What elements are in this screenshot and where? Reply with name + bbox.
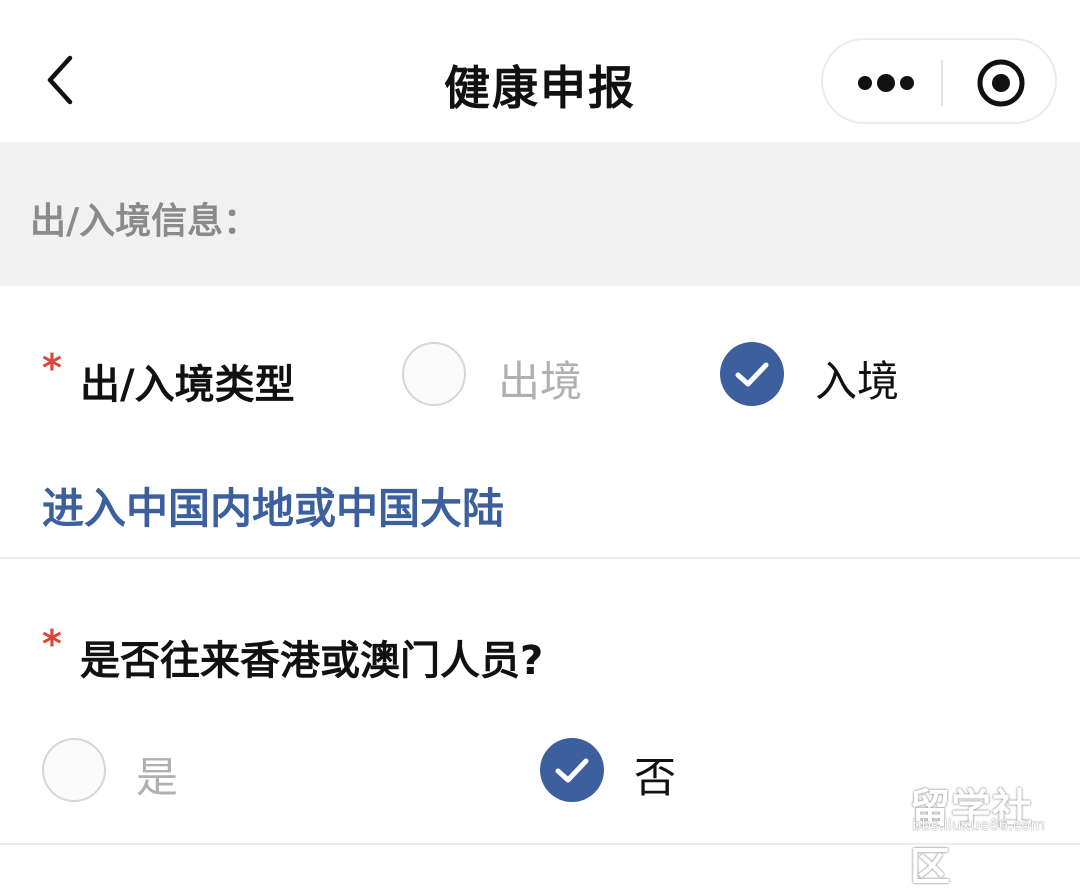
watermark: 留学社区 bbs.liuxue86.com bbox=[910, 776, 1070, 890]
option-label-no[interactable]: 否 bbox=[634, 744, 676, 805]
required-mark: * bbox=[42, 622, 62, 666]
more-dots-icon bbox=[858, 74, 914, 92]
option-label-entry[interactable]: 入境 bbox=[815, 348, 899, 409]
option-label-yes[interactable]: 是 bbox=[136, 744, 178, 805]
question-label-hk-macau: 是否往来香港或澳门人员? bbox=[80, 638, 544, 684]
question-label-entry-type: 出/入境类型 bbox=[80, 362, 295, 408]
check-icon bbox=[555, 758, 589, 783]
option-label-exit[interactable]: 出境 bbox=[498, 348, 582, 409]
radio-entry[interactable] bbox=[720, 342, 784, 406]
watermark-url: bbs.liuxue86.com bbox=[912, 816, 1045, 834]
section-title: 出/入境信息： bbox=[30, 201, 260, 242]
navigation-bar: 健康申报 bbox=[0, 0, 1080, 140]
close-button[interactable] bbox=[953, 40, 1053, 122]
section-header: 出/入境信息： bbox=[0, 142, 1080, 286]
entry-detail-text: 进入中国内地或中国大陆 bbox=[42, 484, 505, 533]
target-icon bbox=[977, 59, 1025, 107]
capsule-menu bbox=[821, 38, 1057, 124]
radio-no[interactable] bbox=[540, 738, 604, 802]
more-button[interactable] bbox=[841, 40, 941, 122]
capsule-divider bbox=[941, 60, 943, 106]
divider bbox=[0, 557, 1080, 559]
required-mark: * bbox=[42, 346, 62, 390]
radio-exit[interactable] bbox=[402, 342, 466, 406]
watermark-logo-text: 留学社区 bbox=[910, 786, 1033, 890]
radio-yes[interactable] bbox=[42, 738, 106, 802]
check-icon bbox=[735, 362, 769, 387]
